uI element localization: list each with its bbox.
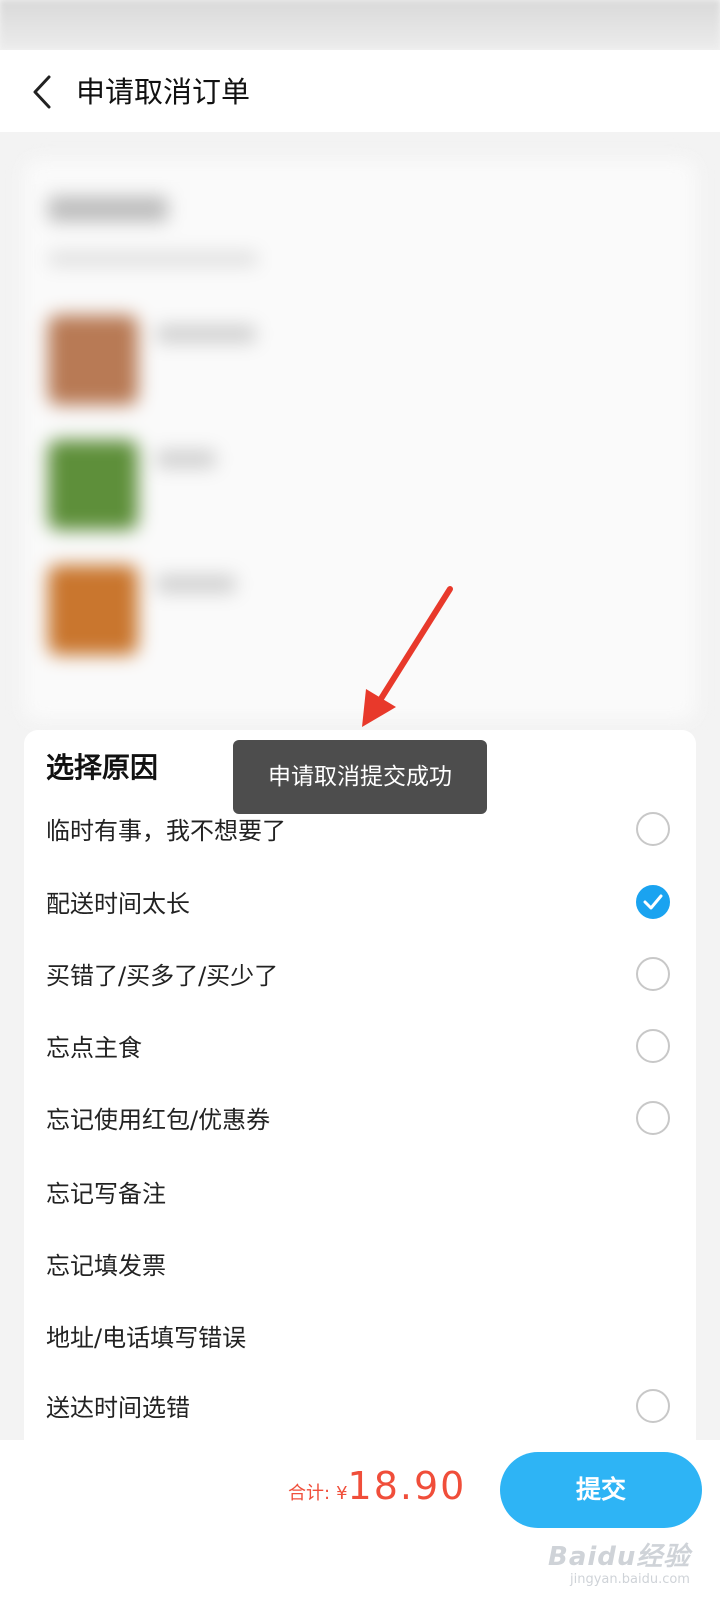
radio-button[interactable] xyxy=(636,1101,670,1135)
reason-option[interactable]: 忘点主食 xyxy=(24,1012,696,1084)
radio-button[interactable] xyxy=(636,957,670,991)
annotation-arrow-icon xyxy=(362,586,453,727)
reason-label: 忘记使用红包/优惠券 xyxy=(46,1106,271,1134)
reason-option[interactable]: 忘记使用红包/优惠券 xyxy=(24,1084,696,1156)
status-bar xyxy=(0,0,720,50)
reason-option[interactable]: 忘记写备注 xyxy=(24,1158,696,1230)
radio-button[interactable] xyxy=(636,1029,670,1063)
reason-option[interactable]: 买错了/买多了/买少了 xyxy=(24,940,696,1012)
submit-button[interactable]: 提交 xyxy=(500,1452,702,1528)
radio-button[interactable] xyxy=(636,812,670,846)
reason-label: 配送时间太长 xyxy=(46,890,190,918)
chevron-left-icon xyxy=(33,75,51,109)
reason-option[interactable]: 忘记填发票 xyxy=(24,1230,696,1302)
shop-name-placeholder xyxy=(48,196,168,222)
total-label: 合计: xyxy=(288,1483,331,1504)
reason-option[interactable]: 地址/电话填写错误 xyxy=(24,1302,696,1374)
food-thumbnail xyxy=(48,315,138,405)
radio-button[interactable] xyxy=(636,1389,670,1423)
cancel-reason-panel: 选择原因 临时有事，我不想要了 配送时间太长 买错了/买多了/买少了 忘点主食 … xyxy=(24,730,696,1450)
check-icon xyxy=(643,894,663,910)
food-name-placeholder xyxy=(156,575,236,593)
reason-section-title: 选择原因 xyxy=(46,751,159,784)
reason-label: 送达时间选错 xyxy=(46,1394,190,1422)
radio-button-checked[interactable] xyxy=(636,885,670,919)
reason-label: 地址/电话填写错误 xyxy=(46,1324,247,1352)
back-button[interactable] xyxy=(18,68,66,116)
currency-symbol: ¥ xyxy=(336,1483,348,1504)
reason-option[interactable]: 配送时间太长 xyxy=(24,868,696,940)
reason-option[interactable]: 送达时间选错 xyxy=(24,1372,696,1444)
reason-label: 临时有事，我不想要了 xyxy=(46,817,286,845)
food-thumbnail xyxy=(48,565,138,655)
reason-label: 买错了/买多了/买少了 xyxy=(46,962,279,990)
checkout-bar: 合计: ¥18.90 提交 Baidu经验 jingyan.baidu.com xyxy=(0,1440,720,1600)
watermark-logo-text: Baidu经验 xyxy=(548,1542,691,1572)
food-name-placeholder xyxy=(156,450,216,468)
page-title: 申请取消订单 xyxy=(76,75,251,109)
watermark-url: jingyan.baidu.com xyxy=(570,1572,690,1587)
reason-label: 忘点主食 xyxy=(46,1034,142,1062)
reason-label: 忘记写备注 xyxy=(46,1180,166,1208)
top-nav-bar: 申请取消订单 xyxy=(0,50,720,132)
total-amount: 18.90 xyxy=(347,1464,467,1508)
order-subtitle-placeholder xyxy=(48,252,258,266)
food-name-placeholder xyxy=(156,325,256,343)
reason-label: 忘记填发票 xyxy=(46,1252,166,1280)
toast-message: 申请取消提交成功 xyxy=(233,740,487,814)
baidu-watermark: Baidu经验 jingyan.baidu.com xyxy=(548,1536,708,1590)
order-total: 合计: ¥18.90 xyxy=(288,1464,466,1508)
food-thumbnail xyxy=(48,440,138,530)
